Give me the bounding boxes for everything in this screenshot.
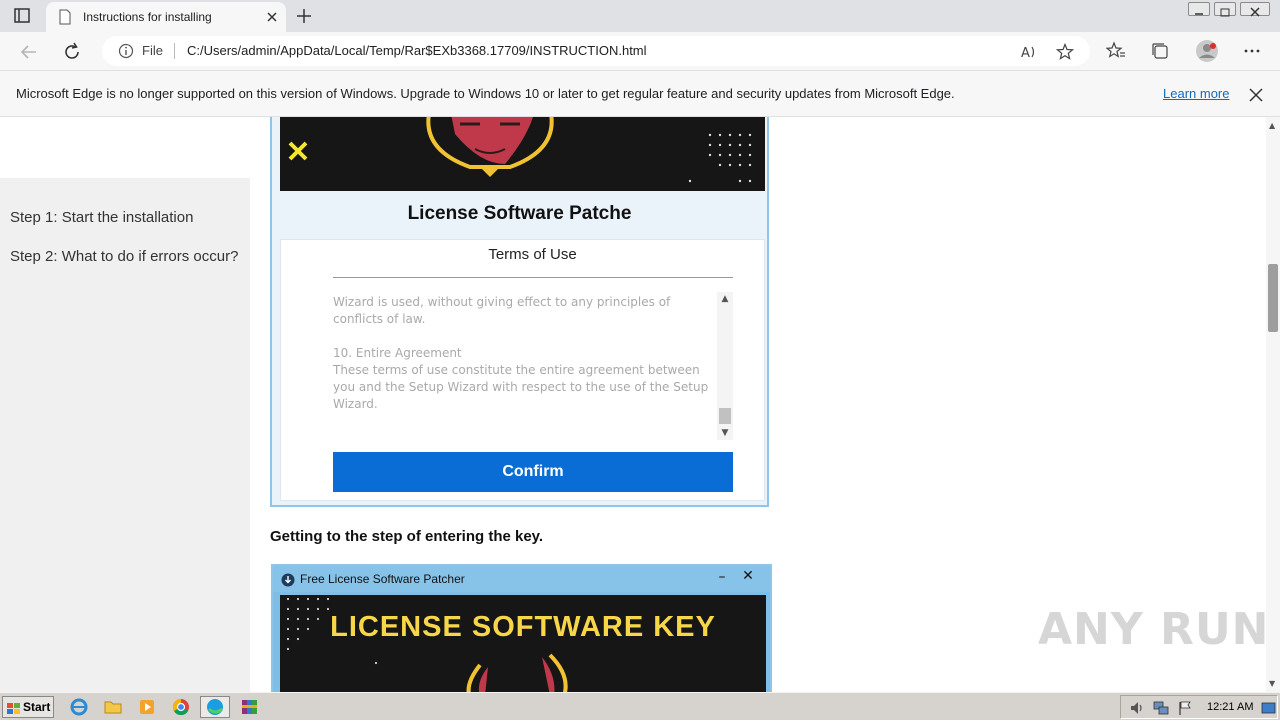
favorites-icon[interactable] [1105, 41, 1126, 61]
steps-sidebar: Step 1: Start the installation Step 2: W… [0, 178, 250, 692]
system-tray: 12:21 AM [1120, 695, 1278, 719]
taskbar-clock[interactable]: 12:21 AM [1207, 701, 1253, 713]
terms-text-area[interactable]: Wizard is used, without giving effect to… [333, 294, 713, 430]
download-icon [281, 572, 295, 587]
profile-avatar-icon[interactable] [1195, 39, 1219, 63]
terms-divider [333, 277, 733, 278]
page-scroll-down-icon[interactable]: ▼ [1269, 679, 1275, 688]
tab-title: Instructions for installing [83, 10, 212, 24]
winrar-icon[interactable] [234, 696, 264, 718]
minimize-window-icon[interactable] [1188, 2, 1210, 16]
read-aloud-icon[interactable]: A [1020, 43, 1038, 61]
network-icon[interactable] [1153, 700, 1169, 720]
start-label: Start [23, 700, 51, 714]
patcher-close-icon[interactable]: ✕ [739, 568, 757, 586]
show-desktop-icon[interactable] [1261, 700, 1277, 720]
action-center-flag-icon[interactable] [1177, 700, 1193, 720]
terms-heading: Terms of Use [488, 246, 577, 263]
edge-icon[interactable] [200, 696, 230, 718]
tab-actions-icon[interactable] [10, 6, 34, 26]
browser-toolbar: File C:/Users/admin/AppData/Local/Temp/R… [0, 32, 1280, 70]
terms-scroll-thumb[interactable] [719, 408, 731, 424]
patcher-minimize-icon[interactable]: – [713, 569, 731, 587]
patcher-window-title: Free License Software Patcher [300, 572, 465, 586]
svg-text:A: A [1021, 46, 1030, 61]
back-icon[interactable] [18, 41, 40, 63]
terms-panel: Terms of Use Wizard is used, without giv… [280, 239, 765, 501]
terms-paragraph: Wizard is used, without giving effect to… [333, 295, 671, 326]
more-options-icon[interactable] [1242, 41, 1262, 61]
page-icon [58, 9, 72, 25]
scroll-down-icon[interactable]: ▼ [720, 428, 730, 438]
windows-taskbar: Start 12:21 AM [0, 692, 1280, 720]
unsupported-os-infobar: Microsoft Edge is no longer supported on… [0, 70, 1280, 117]
start-button[interactable]: Start [2, 696, 54, 718]
page-scroll-thumb[interactable] [1268, 264, 1278, 332]
banner-heading: LICENSE SOFTWARE KEY [330, 611, 716, 643]
scroll-up-icon[interactable]: ▲ [720, 294, 730, 304]
sidebar-step-2[interactable]: Step 2: What to do if errors occur? [10, 247, 240, 266]
chrome-icon[interactable] [166, 696, 196, 718]
volume-icon[interactable] [1129, 700, 1145, 720]
new-tab-icon[interactable] [294, 6, 314, 26]
address-divider [174, 43, 175, 59]
terms-paragraph: 10. Entire Agreement These terms of use … [333, 346, 709, 411]
close-window-icon[interactable] [1240, 2, 1270, 17]
refresh-icon[interactable] [61, 41, 83, 63]
patcher-window-card: Free License Software Patcher – ✕ LICENS… [271, 564, 772, 692]
card-title: License Software Patche [407, 203, 632, 224]
infobar-message: Microsoft Edge is no longer supported on… [16, 86, 955, 101]
ie-icon[interactable] [64, 696, 94, 718]
page-scroll-up-icon[interactable]: ▲ [1269, 121, 1275, 130]
sidebar-step-1[interactable]: Step 1: Start the installation [10, 208, 240, 227]
tab-active[interactable]: Instructions for installing [46, 2, 286, 32]
patcher-titlebar: Free License Software Patcher – ✕ [273, 566, 770, 592]
step-instruction-text: Getting to the step of entering the key. [270, 528, 544, 545]
url-text[interactable]: C:/Users/admin/AppData/Local/Temp/Rar$EX… [187, 43, 647, 58]
address-bar[interactable]: File C:/Users/admin/AppData/Local/Temp/R… [102, 36, 1090, 66]
media-player-icon[interactable] [132, 696, 162, 718]
collections-icon[interactable] [1150, 41, 1170, 61]
folder-icon[interactable] [98, 696, 128, 718]
learn-more-link[interactable]: Learn more [1163, 86, 1229, 101]
tab-close-icon[interactable] [264, 9, 280, 25]
confirm-button[interactable]: Confirm [333, 452, 733, 492]
terms-scrollbar[interactable]: ▲ ▼ [717, 292, 733, 440]
add-favorite-icon[interactable] [1055, 42, 1075, 61]
window-controls [1184, 2, 1274, 18]
license-key-banner-image: LICENSE SOFTWARE KEY [280, 595, 766, 692]
tab-strip: Instructions for installing [0, 0, 1280, 32]
windows-flag-icon [7, 701, 21, 714]
info-icon[interactable] [118, 43, 134, 59]
license-patch-card: License Software Patche Terms of Use Wiz… [270, 117, 769, 507]
samurai-banner-image [280, 117, 765, 191]
anyrun-watermark: ANY RUN [1038, 604, 1270, 655]
infobar-close-icon[interactable] [1248, 87, 1264, 103]
restore-window-icon[interactable] [1214, 2, 1236, 17]
address-scheme: File [142, 43, 163, 58]
